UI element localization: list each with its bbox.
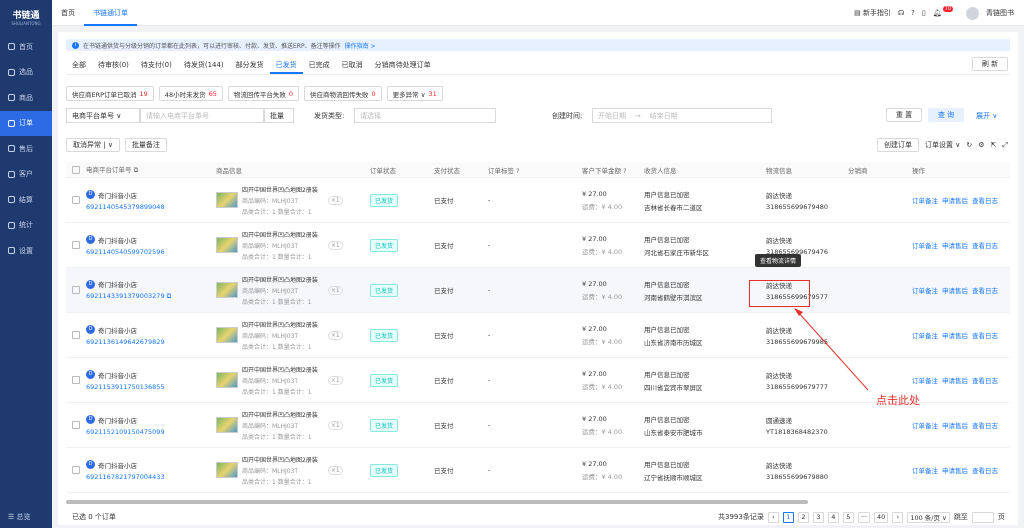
page-button[interactable]: ··· — [857, 511, 871, 523]
page-button[interactable]: 5 — [842, 511, 854, 523]
annotation-text: 点击此处 — [876, 394, 920, 407]
next-page-button[interactable]: › — [892, 511, 904, 523]
total-records: 共3993条记录 — [718, 513, 764, 521]
selected-count: 已选 0 个订单 — [72, 513, 116, 521]
page-button[interactable]: 2 — [797, 511, 809, 523]
page-button[interactable]: 3 — [812, 511, 824, 523]
page-button[interactable]: 4 — [827, 511, 839, 523]
annotation-arrow — [794, 308, 869, 391]
horizontal-scrollbar[interactable] — [66, 500, 808, 504]
prev-page-button[interactable]: ‹ — [767, 511, 779, 523]
table-footer: 已选 0 个订单 共3993条记录 ‹ 1 2 3 4 5 ··· 40 › 100 条/页 … — [58, 509, 1018, 525]
page-button[interactable]: 40 — [874, 511, 889, 523]
page-unit-label: 页 — [997, 513, 1005, 521]
jump-page-input[interactable] — [971, 511, 994, 523]
jump-label: 跳至 — [953, 513, 968, 521]
page-button[interactable]: 1 — [782, 511, 794, 523]
page-size-select[interactable]: 100 条/页 ∨ — [907, 511, 950, 523]
